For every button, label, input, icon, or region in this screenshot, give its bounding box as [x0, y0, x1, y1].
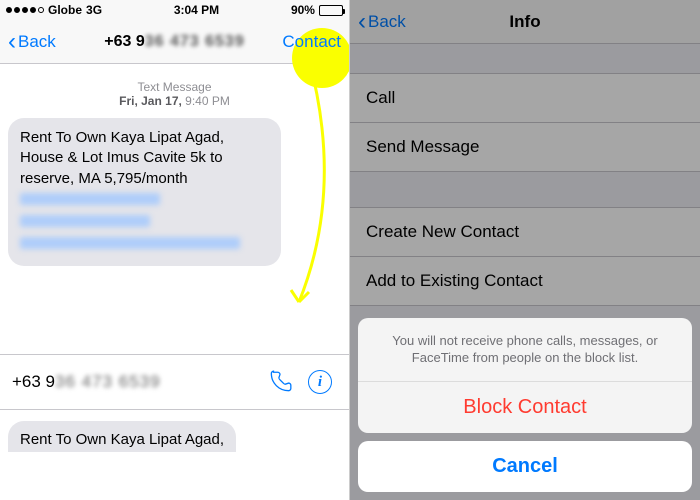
phone-icon — [267, 369, 293, 395]
message-link-blurred-1 — [20, 193, 160, 205]
block-action-sheet: You will not receive phone calls, messag… — [350, 310, 700, 500]
preview-number-prefix: +63 9 — [12, 372, 55, 391]
message-link-blurred-3 — [20, 237, 240, 249]
signal-dots-icon — [6, 7, 44, 13]
carrier-label: Globe — [48, 3, 82, 17]
cancel-label: Cancel — [492, 455, 558, 477]
status-left: Globe 3G — [6, 3, 102, 17]
preview-number-blurred: 36 473 6539 — [55, 372, 161, 391]
contact-button[interactable]: Contact — [282, 32, 341, 52]
message-time: 9:40 PM — [185, 94, 230, 108]
preview-text: Rent To Own Kaya Lipat Agad, — [20, 431, 224, 448]
messages-nav-bar: ‹ Back +63 936 473 6539 Contact — [0, 20, 349, 64]
info-button[interactable]: i — [303, 365, 337, 399]
call-button[interactable] — [263, 365, 297, 399]
block-contact-label: Block Contact — [463, 396, 586, 418]
message-bubble[interactable]: Rent To Own Kaya Lipat Agad, House & Lot… — [8, 118, 281, 266]
conversation-preview-row[interactable]: +63 936 473 6539 i — [0, 354, 349, 410]
message-link-blurred-2 — [20, 215, 150, 227]
status-bar: Globe 3G 3:04 PM 90% — [0, 0, 349, 20]
network-label: 3G — [86, 3, 102, 17]
message-timestamp: Text Message Fri, Jan 17, 9:40 PM — [8, 80, 341, 108]
title-prefix: +63 9 — [104, 33, 144, 50]
cancel-button[interactable]: Cancel — [358, 441, 692, 492]
back-button[interactable]: ‹ Back — [8, 30, 56, 54]
title-blurred: 36 473 6539 — [145, 33, 245, 50]
message-text: Rent To Own Kaya Lipat Agad, House & Lot… — [20, 129, 224, 187]
contact-label: Contact — [282, 32, 341, 51]
info-icon: i — [308, 370, 332, 394]
action-sheet-box: You will not receive phone calls, messag… — [358, 318, 692, 433]
battery-pct: 90% — [291, 3, 315, 17]
info-screen: ‹ Back Info Call Send Message Create New… — [350, 0, 700, 500]
message-date: Fri, Jan 17, — [119, 94, 182, 108]
message-type-label: Text Message — [8, 80, 341, 94]
messages-screen: Globe 3G 3:04 PM 90% ‹ Back +63 936 473 … — [0, 0, 350, 500]
back-label: Back — [18, 32, 56, 52]
chevron-left-icon: ‹ — [8, 30, 16, 54]
preview-number: +63 936 473 6539 — [12, 372, 257, 392]
battery-icon — [319, 5, 343, 16]
messages-area: Text Message Fri, Jan 17, 9:40 PM Rent T… — [0, 64, 349, 266]
block-contact-button[interactable]: Block Contact — [358, 382, 692, 433]
status-right: 90% — [291, 3, 343, 17]
clock-label: 3:04 PM — [174, 3, 219, 17]
message-bubble-preview: Rent To Own Kaya Lipat Agad, — [8, 421, 236, 452]
block-warning-text: You will not receive phone calls, messag… — [358, 318, 692, 382]
